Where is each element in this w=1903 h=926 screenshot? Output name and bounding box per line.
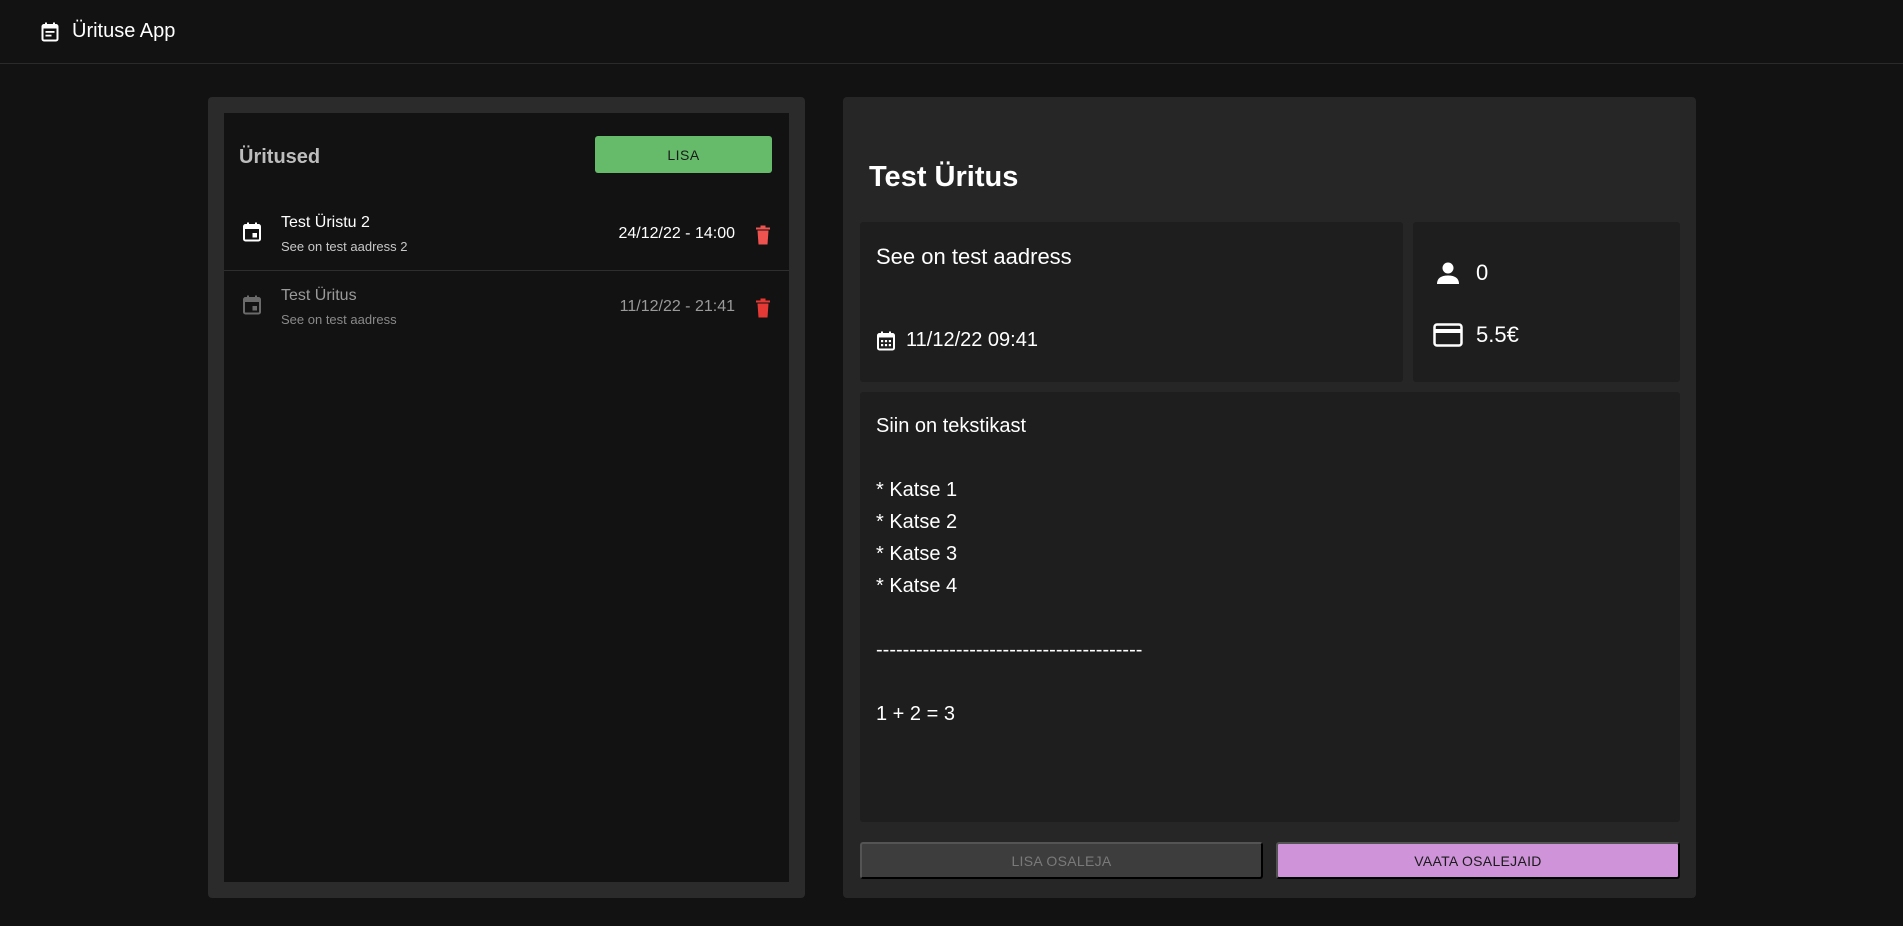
credit-card-icon — [1433, 320, 1463, 350]
description-line: ---------------------------------------- — [876, 639, 1143, 661]
event-list: Üritused LISA Test Üristu 2 See on test … — [224, 113, 789, 882]
event-detail-panel: Test Üritus See on test aadress 11/12/22… — [843, 97, 1696, 898]
event-icon — [241, 221, 263, 243]
event-price: 5.5€ — [1433, 320, 1519, 350]
event-detail-address: See on test aadress — [876, 244, 1072, 269]
description-line: * Katse 3 — [876, 543, 958, 565]
price-value: 5.5€ — [1476, 322, 1519, 347]
participants-value: 0 — [1476, 260, 1489, 285]
participants-count: 0 — [1433, 258, 1488, 288]
add-participant-button[interactable]: LISA OSALEJA — [860, 842, 1263, 879]
description-line — [876, 666, 1142, 698]
event-name: Test Üristu 2 — [281, 214, 370, 231]
event-datetime: 11/12/22 - 21:41 — [619, 298, 735, 315]
event-address: See on test aadress 2 — [281, 239, 408, 254]
event-name: Test Üritus — [281, 287, 357, 304]
description-line: Siin on tekstikast — [876, 415, 1027, 437]
view-participants-button[interactable]: VAATA OSALEJAID — [1276, 842, 1680, 879]
event-datetime: 24/12/22 - 14:00 — [618, 225, 735, 242]
event-list-title: Üritused — [239, 146, 321, 168]
event-list-header: Üritused LISA — [224, 113, 789, 193]
event-address: See on test aadress — [281, 312, 397, 327]
person-icon — [1433, 258, 1463, 288]
event-detail-date: 11/12/22 09:41 — [876, 329, 1038, 352]
event-description: Siin on tekstikast * Katse 1 * Katse 2 *… — [876, 410, 1142, 730]
event-note-icon — [41, 21, 62, 43]
description-line: 1 + 2 = 3 — [876, 703, 955, 725]
event-list-panel: Üritused LISA Test Üristu 2 See on test … — [208, 97, 805, 898]
description-line: * Katse 1 — [876, 479, 958, 501]
calendar-icon — [876, 331, 896, 351]
event-detail-title: Test Üritus — [869, 161, 1019, 193]
event-stats-card: 0 5.5€ — [1413, 222, 1680, 382]
event-list-item[interactable]: Test Üristu 2 See on test aadress 2 24/1… — [224, 199, 789, 271]
event-detail-datetime: 11/12/22 09:41 — [906, 329, 1038, 351]
event-description-card: Siin on tekstikast * Katse 1 * Katse 2 *… — [860, 392, 1680, 822]
add-event-button[interactable]: LISA — [595, 136, 772, 173]
event-info-card: See on test aadress 11/12/22 09:41 — [860, 222, 1403, 382]
trash-icon[interactable] — [755, 298, 771, 318]
description-line: * Katse 2 — [876, 511, 958, 533]
app-title: Ürituse App — [72, 20, 176, 42]
app-bar: Ürituse App — [0, 0, 1903, 64]
event-list-item[interactable]: Test Üritus See on test aadress 11/12/22… — [224, 272, 789, 344]
description-line — [876, 602, 1142, 634]
description-line: * Katse 4 — [876, 575, 958, 597]
trash-icon[interactable] — [755, 225, 771, 245]
description-line — [876, 442, 1142, 474]
event-icon — [241, 294, 263, 316]
